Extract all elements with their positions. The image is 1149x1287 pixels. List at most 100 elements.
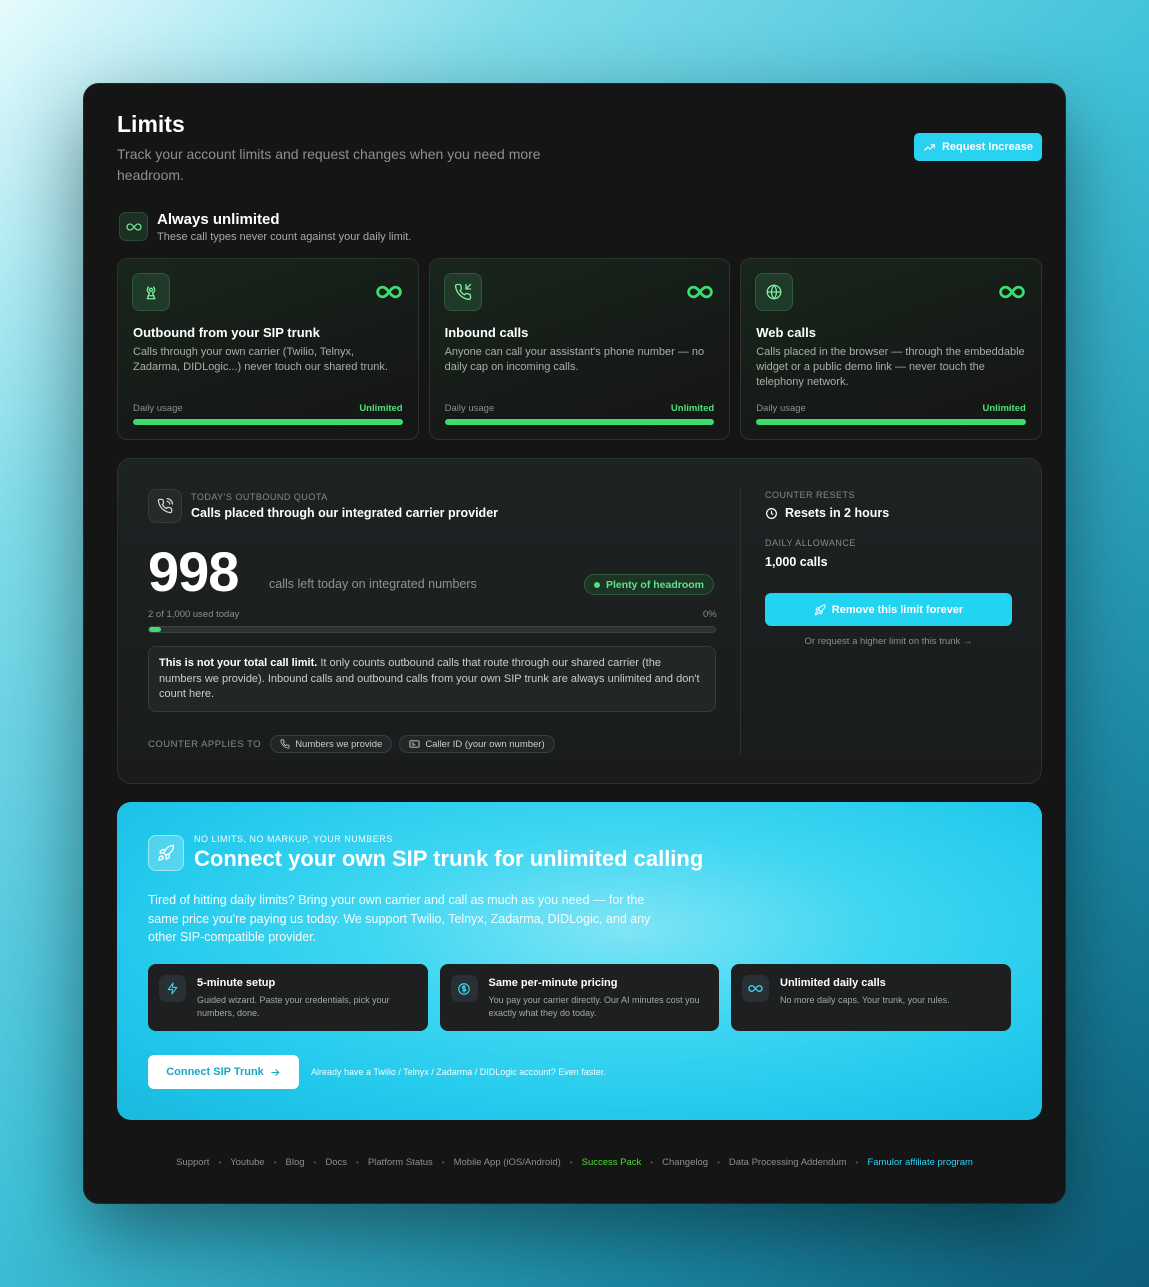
arrow-right-icon: [270, 1067, 281, 1078]
phone-icon: [280, 739, 290, 749]
card-title: Web calls: [756, 325, 816, 340]
request-higher-limit-link[interactable]: Or request a higher limit on this trunk …: [765, 636, 1012, 647]
footer-link[interactable]: Mobile App (iOS/Android): [454, 1157, 561, 1168]
counter-applies-to: COUNTER APPLIES TO Numbers we provide Ca…: [148, 735, 555, 753]
percent-label: 0%: [703, 609, 717, 620]
quota-progress-bar: [148, 626, 716, 633]
quota-progress-fill: [149, 627, 161, 632]
promo-description: Tired of hitting daily limits? Bring you…: [148, 893, 651, 944]
clock-icon: [765, 507, 778, 520]
connect-sip-trunk-button[interactable]: Connect SIP Trunk: [148, 1055, 299, 1089]
chip-numbers-we-provide: Numbers we provide: [270, 735, 393, 753]
chip-label: Numbers we provide: [295, 738, 383, 750]
resets-text: Resets in 2 hours: [785, 506, 890, 520]
always-unlimited-title: Always unlimited: [157, 211, 280, 228]
feature-title: Same per-minute pricing: [488, 977, 618, 989]
usage-bar: [444, 419, 715, 425]
remove-limit-button[interactable]: Remove this limit forever: [765, 593, 1012, 626]
chip-label: Caller ID (your own number): [425, 738, 545, 750]
counter-resets-label: COUNTER RESETS: [765, 490, 856, 500]
chip-caller-id: Caller ID (your own number): [399, 735, 555, 753]
card-title: Outbound from your SIP trunk: [133, 325, 320, 340]
counter-resets-value: Resets in 2 hours: [765, 506, 889, 520]
trending-up-icon: [923, 141, 936, 154]
footer-link[interactable]: Support: [176, 1157, 209, 1168]
unlimited-cards: Outbound from your SIP trunk Calls throu…: [117, 258, 1042, 440]
footer-separator: •: [273, 1158, 277, 1167]
footer-link[interactable]: Docs: [325, 1157, 347, 1168]
footer-link[interactable]: Youtube: [230, 1157, 265, 1168]
connect-sip-trunk-label: Connect SIP Trunk: [166, 1066, 264, 1078]
phone-outgoing-icon: [148, 489, 182, 523]
feature-pricing: Same per-minute pricing You pay your car…: [439, 964, 719, 1031]
counter-applies-label: COUNTER APPLIES TO: [148, 738, 262, 750]
footer-link[interactable]: Blog: [286, 1157, 305, 1168]
card-description: Calls through your own carrier (Twilio, …: [133, 346, 388, 373]
promo-features: 5-minute setup Guided wizard. Paste your…: [148, 964, 1011, 1031]
always-unlimited-header: Always unlimited These call types never …: [119, 211, 412, 243]
feature-description: Guided wizard. Paste your credentials, p…: [197, 995, 390, 1018]
daily-allowance-label: DAILY ALLOWANCE: [765, 538, 856, 548]
page-subtitle: Track your account limits and request ch…: [117, 146, 541, 183]
card-web-calls: Web calls Calls placed in the browser — …: [740, 258, 1042, 440]
card-outbound-sip: Outbound from your SIP trunk Calls throu…: [117, 258, 419, 440]
infinity-icon: [687, 285, 713, 299]
usage-value: Unlimited: [359, 403, 403, 414]
request-increase-label: Request Increase: [941, 141, 1034, 153]
infinity-icon: [742, 975, 769, 1002]
quota-eyebrow: TODAY'S OUTBOUND QUOTA: [191, 492, 328, 502]
calls-remaining: 998: [148, 540, 239, 603]
calls-remaining-caption: calls left today on integrated numbers: [269, 577, 477, 591]
infinity-icon: [119, 212, 148, 241]
broadcast-tower-icon: [132, 273, 170, 311]
card-description: Anyone can call your assistant's phone n…: [444, 346, 705, 373]
usage-label: Daily usage: [756, 403, 806, 414]
request-increase-button[interactable]: Request Increase: [914, 133, 1042, 161]
outbound-quota-panel: TODAY'S OUTBOUND QUOTA Calls placed thro…: [117, 458, 1042, 784]
usage-label: Daily usage: [444, 403, 495, 414]
always-unlimited-subtitle: These call types never count against you…: [157, 231, 412, 243]
quota-note-bold: This is not your total call limit.: [159, 657, 318, 669]
used-label: 2 of 1,000 used today: [148, 609, 240, 620]
footer-link[interactable]: Platform Status: [368, 1157, 433, 1168]
sip-trunk-promo: NO LIMITS, NO MARKUP, YOUR NUMBERS Conne…: [117, 802, 1042, 1120]
card-inbound-calls: Inbound calls Anyone can call your assis…: [428, 258, 731, 440]
usage-value: Unlimited: [982, 403, 1026, 414]
infinity-icon: [999, 285, 1025, 299]
limits-window: Limits Track your account limits and req…: [83, 83, 1066, 1204]
card-description: Calls placed in the browser — through th…: [756, 346, 1025, 388]
footer-link[interactable]: Success Pack: [582, 1157, 642, 1168]
promo-eyebrow: NO LIMITS, NO MARKUP, YOUR NUMBERS: [194, 834, 393, 844]
feature-unlimited: Unlimited daily calls No more daily caps…: [731, 964, 1011, 1031]
card-title: Inbound calls: [444, 325, 529, 340]
footer-link[interactable]: Famulor affiliate program: [867, 1157, 972, 1168]
status-badge: Plenty of headroom: [584, 574, 715, 595]
feature-title: Unlimited daily calls: [780, 977, 886, 989]
promo-title: Connect your own SIP trunk for unlimited…: [194, 846, 704, 871]
usage-bar: [133, 419, 403, 425]
quota-note: This is not your total call limit. It on…: [148, 646, 716, 712]
footer-separator: •: [569, 1158, 573, 1167]
promo-note: Already have a Twilio / Telnyx / Zadarma…: [311, 1067, 606, 1077]
usage-value: Unlimited: [670, 403, 715, 414]
footer-separator: •: [313, 1158, 317, 1167]
id-card-icon: [409, 739, 420, 749]
rocket-icon: [814, 603, 826, 616]
status-badge-label: Plenty of headroom: [606, 578, 705, 591]
feature-setup: 5-minute setup Guided wizard. Paste your…: [148, 964, 428, 1031]
footer-separator: •: [717, 1158, 720, 1167]
footer-separator: •: [855, 1158, 859, 1167]
footer-separator: •: [218, 1158, 222, 1167]
page-title: Limits: [117, 111, 185, 137]
rocket-icon: [148, 835, 184, 871]
phone-incoming-icon: [443, 273, 482, 311]
footer-link[interactable]: Changelog: [662, 1157, 708, 1168]
status-dot-icon: [594, 581, 600, 588]
remove-limit-label: Remove this limit forever: [831, 603, 964, 616]
feature-description: You pay your carrier directly. Our AI mi…: [488, 995, 700, 1018]
footer-link[interactable]: Data Processing Addendum: [729, 1157, 847, 1168]
daily-allowance-value: 1,000 calls: [765, 555, 828, 569]
globe-icon: [755, 273, 794, 311]
footer-separator: •: [441, 1158, 445, 1167]
quota-title: Calls placed through our integrated carr…: [191, 506, 499, 520]
